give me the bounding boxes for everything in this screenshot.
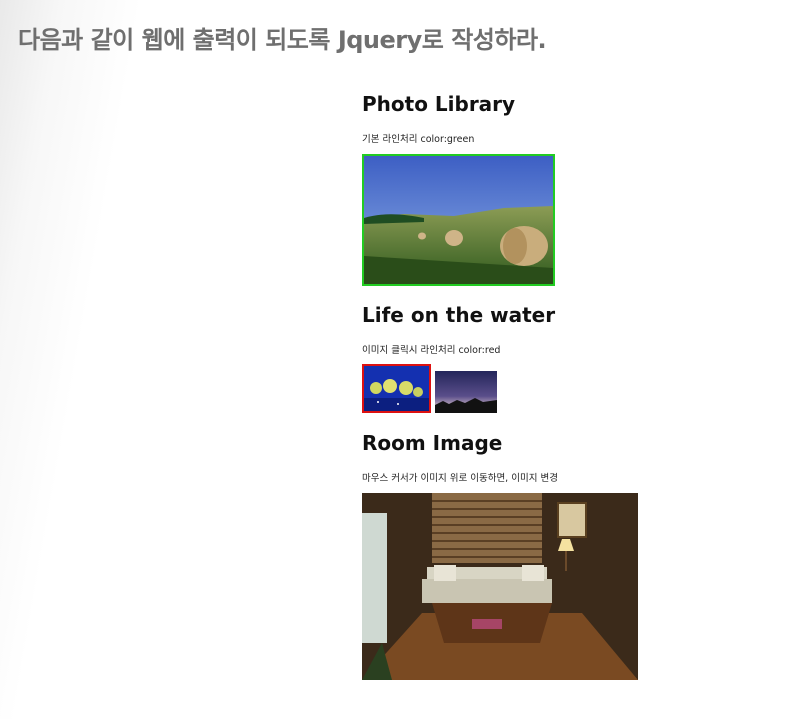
- room-image-description: 마우스 커서가 이미지 위로 이동하면, 이미지 변경: [362, 473, 558, 484]
- life-on-water-description: 이미지 클릭시 라인처리 color:red: [362, 345, 501, 356]
- night-trees-thumbnail[interactable]: [362, 364, 431, 413]
- slide-title: 다음과 같이 웹에 출력이 되도록 Jquery로 작성하라.: [18, 26, 547, 54]
- sunset-silhouette-thumbnail[interactable]: [435, 371, 497, 413]
- hay-field-photo[interactable]: [362, 154, 555, 286]
- photo-library-heading: Photo Library: [362, 92, 516, 116]
- room-image[interactable]: [362, 493, 638, 680]
- room-image-heading: Room Image: [362, 431, 503, 455]
- photo-library-description: 기본 라인처리 color:green: [362, 134, 475, 145]
- life-on-water-heading: Life on the water: [362, 303, 556, 327]
